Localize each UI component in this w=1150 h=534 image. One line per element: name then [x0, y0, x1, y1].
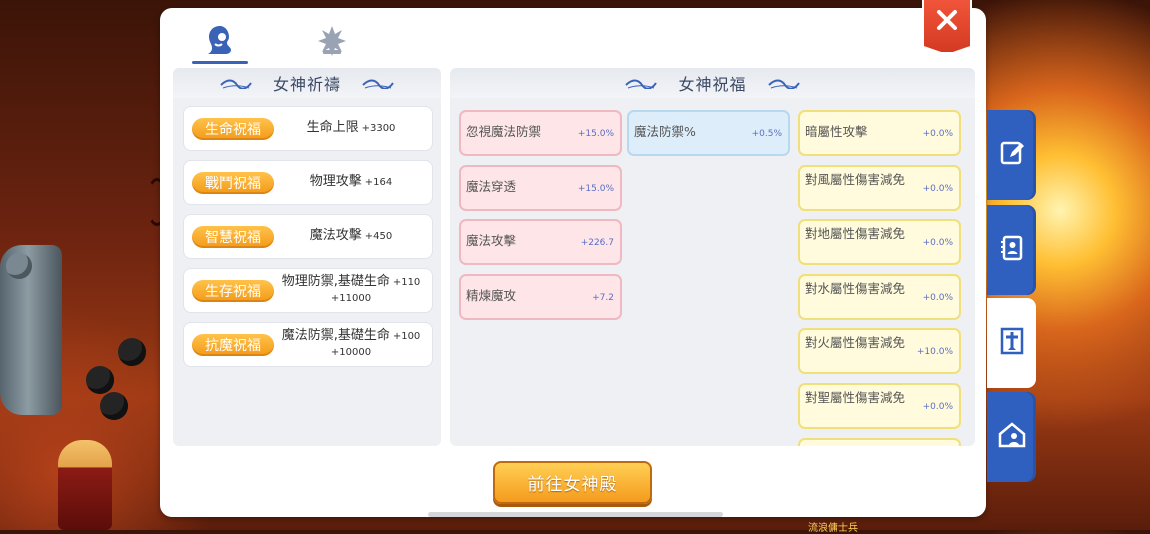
- prayer-value: +110: [392, 277, 421, 288]
- blessing-value: +0.0%: [922, 292, 953, 303]
- contact-book-icon: [998, 234, 1026, 266]
- side-tab-1[interactable]: [987, 110, 1036, 200]
- swirl-ornament-icon: [362, 79, 394, 89]
- prayer-stat: 魔法攻擊: [309, 228, 362, 243]
- blessing-card: 對地屬性傷害減免 +0.0%: [798, 219, 961, 266]
- prayer-badge: 智慧祝福: [192, 225, 274, 248]
- prayer-row: 抗魔祝福 魔法防禦,基礎生命 +100 +10000: [183, 322, 433, 367]
- goddess-silhouette-icon: [205, 24, 235, 60]
- side-tab-4[interactable]: [987, 392, 1036, 482]
- blessing-card: 對火屬性傷害減免 +10.0%: [798, 328, 961, 375]
- blessing-value: +7.2: [592, 292, 614, 303]
- blessing-card: 對聖屬性傷害減免 +0.0%: [798, 383, 961, 429]
- prayer-description: 物理防禦,基礎生命 +110 +11000: [274, 274, 432, 307]
- blessing-value: +10.0%: [916, 347, 953, 358]
- goddess-panel: 女神祈禱 生命祝福 生命上限 +3300 戰鬥祝福 物理攻擊 +164 智慧祝福 魔法攻擊 +4…: [160, 0, 986, 517]
- prayer-row: 戰鬥祝福 物理攻擊 +164: [183, 160, 433, 205]
- blessing-card: 魔法攻擊 +226.7: [459, 219, 622, 266]
- blessing-value: +0.0%: [922, 238, 953, 249]
- background-rock: [100, 392, 128, 420]
- swirl-ornament-icon: [220, 79, 252, 89]
- blessing-section-header: 女神祝福: [450, 68, 975, 98]
- goddess-prayer-section: 女神祈禱 生命祝福 生命上限 +3300 戰鬥祝福 物理攻擊 +164 智慧祝福 魔法攻擊 +4…: [173, 68, 441, 446]
- edit-note-icon: [998, 139, 1026, 171]
- prayer-section-header: 女神祈禱: [173, 68, 441, 98]
- blessing-value: +0.0%: [922, 183, 953, 194]
- background-character[interactable]: [58, 440, 112, 530]
- blessing-card: 暗屬性攻擊 +0.0%: [798, 110, 961, 156]
- blessing-value: +0.5%: [751, 129, 782, 139]
- blessing-name: 魔法穿透: [466, 178, 517, 194]
- blessing-name: 魔法防禦%: [634, 124, 696, 139]
- close-button[interactable]: [922, 0, 972, 54]
- blessing-name: 忽視魔法防禦: [466, 124, 542, 139]
- blessing-name: 對聖屬性傷害減免: [805, 390, 906, 405]
- blessing-card: 精煉魔攻 +7.2: [459, 273, 622, 320]
- blessing-name: 精煉魔攻: [466, 287, 517, 303]
- prayer-stat: 物理防禦,基礎生命: [281, 274, 390, 289]
- prayer-value: +100: [392, 331, 421, 342]
- tab-goddess[interactable]: [190, 20, 250, 64]
- blessing-value: +0.0%: [922, 402, 953, 412]
- background-statue: [0, 245, 62, 415]
- blessing-name: 對水屬性傷害減免: [805, 280, 906, 296]
- prayer-badge: 生存祝福: [192, 279, 274, 302]
- go-to-goddess-temple-button[interactable]: 前往女神殿: [493, 461, 652, 504]
- blessing-name: 暗屬性攻擊: [805, 124, 868, 139]
- prayer-badge: 戰鬥祝福: [192, 171, 274, 194]
- cross-banner-icon: [998, 326, 1026, 360]
- prayer-list: 生命祝福 生命上限 +3300 戰鬥祝福 物理攻擊 +164 智慧祝福 魔法攻擊 +450 生存祝…: [183, 106, 433, 376]
- prayer-row: 生存祝福 物理防禦,基礎生命 +110 +11000: [183, 268, 433, 313]
- goddess-blessing-section: 女神祝福 忽視魔法防禦 +15.0% 魔法穿透 +15.0% 魔法攻擊 +226.7 精煉魔…: [450, 68, 975, 446]
- blessing-value: +15.0%: [577, 183, 614, 194]
- prayer-description: 物理攻擊 +164: [274, 174, 432, 191]
- blessing-section-title: 女神祝福: [678, 75, 747, 94]
- blessing-name: 魔法攻擊: [466, 233, 517, 249]
- swirl-ornament-icon: [767, 79, 800, 89]
- prayer-value: +164: [364, 177, 393, 188]
- prayer-row: 生命祝福 生命上限 +3300: [183, 106, 433, 151]
- blessing-card: 對水屬性傷害減免 +0.0%: [798, 273, 961, 320]
- blessing-name: 對地屬性傷害減免: [805, 226, 906, 242]
- blessing-value: +15.0%: [577, 129, 614, 139]
- guild-house-icon: [997, 421, 1027, 453]
- horizontal-scrollbar[interactable]: [428, 512, 723, 517]
- blessing-value: +226.7: [580, 238, 614, 249]
- blessing-card: 對風屬性傷害減免 +0.0%: [798, 164, 961, 211]
- prayer-stat: 物理攻擊: [309, 174, 362, 189]
- tab-emblem[interactable]: [302, 20, 362, 64]
- background-rock: [86, 366, 114, 394]
- side-tab-3[interactable]: [987, 298, 1036, 388]
- prayer-badge: 抗魔祝福: [192, 333, 274, 356]
- blessing-name: 對風屬性傷害減免: [805, 171, 906, 187]
- close-icon: [935, 8, 959, 36]
- swirl-ornament-icon: [625, 79, 658, 89]
- blessing-card: 魔法穿透 +15.0%: [459, 164, 622, 211]
- blessing-name: 對火屬性傷害減免: [805, 335, 906, 351]
- top-tab-bar: [190, 20, 362, 64]
- blessing-card: 魔法防禦% +0.5%: [627, 110, 790, 156]
- snowflake-emblem-icon: [317, 24, 347, 60]
- prayer-value: +450: [364, 231, 393, 242]
- background-npc-name: 流浪傭士兵: [808, 523, 858, 534]
- prayer-value: +3300: [361, 123, 396, 134]
- background-rock: [118, 338, 146, 366]
- side-tab-2[interactable]: [987, 205, 1036, 295]
- blessing-value: +0.0%: [922, 129, 953, 139]
- prayer-stat: 魔法防禦,基礎生命: [281, 328, 390, 343]
- prayer-description: 魔法攻擊 +450: [274, 228, 432, 245]
- prayer-description: 魔法防禦,基礎生命 +100 +10000: [274, 328, 432, 361]
- prayer-stat: 生命上限: [306, 120, 359, 135]
- prayer-section-title: 女神祈禱: [272, 75, 341, 94]
- blessing-card-partial: [798, 437, 961, 446]
- blessing-card: 忽視魔法防禦 +15.0%: [459, 110, 622, 156]
- prayer-badge: 生命祝福: [192, 117, 274, 140]
- prayer-value-2: +11000: [330, 293, 372, 304]
- prayer-description: 生命上限 +3300: [274, 120, 432, 137]
- prayer-row: 智慧祝福 魔法攻擊 +450: [183, 214, 433, 259]
- prayer-value-2: +10000: [330, 347, 372, 358]
